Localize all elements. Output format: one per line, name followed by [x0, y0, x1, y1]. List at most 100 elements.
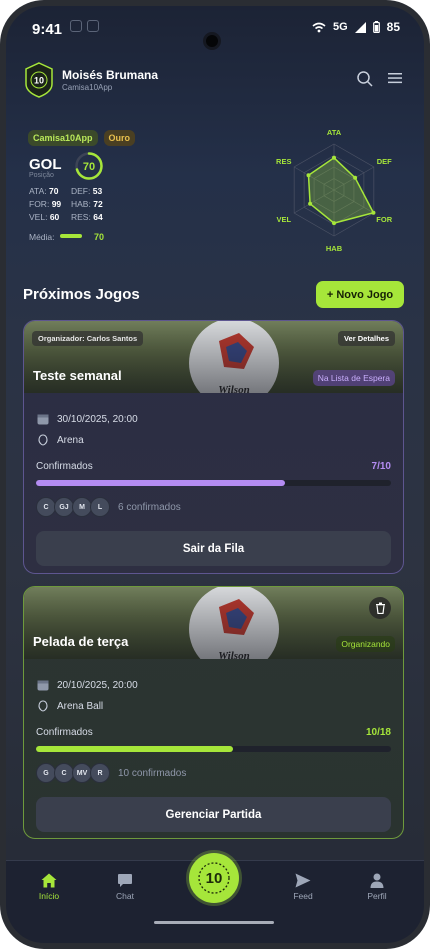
tier-badge: Ouro [103, 130, 136, 146]
attributes-radar-chart: ATA DEF FOR HAB VEL RES [276, 128, 393, 253]
overall-rating-ring: 70 [75, 152, 103, 180]
confirmed-text: 10 confirmados [118, 767, 187, 779]
match-location: Arena [37, 434, 84, 446]
avatar: C [36, 497, 56, 517]
radar-point-for [371, 210, 376, 215]
calendar-icon [37, 680, 49, 691]
radar-point-hab [332, 221, 336, 226]
avatar: G [36, 763, 56, 783]
radar-point-ata [332, 155, 336, 160]
app-name: Camisa10App [62, 83, 113, 92]
stat-res: RES: 64 [71, 212, 103, 222]
overall-rating: 70 [83, 161, 95, 173]
calendar-icon [37, 414, 49, 425]
status-badge: Na Lista de Espera [312, 370, 395, 386]
confirmed-count: 10/18 [365, 727, 391, 738]
notification-icons [70, 20, 99, 32]
confirmed-label: Confirmados [36, 461, 93, 472]
avatar: C [54, 763, 74, 783]
home-icon [41, 873, 57, 888]
status-badge: Organizando [336, 636, 395, 652]
stat-def: DEF: 53 [71, 186, 103, 196]
radar-point-vel [308, 201, 313, 206]
delete-match-button[interactable] [369, 597, 391, 619]
nav-item-profile[interactable]: Perfil [352, 873, 402, 901]
organizer-label: Organizador: Carlos Santos [32, 331, 144, 346]
nav-item-feed[interactable]: Feed [278, 873, 328, 901]
system-icons: 5G 85 [312, 20, 400, 34]
stat-ata: ATA: 70 [29, 186, 59, 196]
average-label: Média: [29, 232, 55, 242]
avatar: R [90, 763, 110, 783]
battery-icon [372, 21, 380, 33]
front-camera [203, 32, 221, 50]
wifi-icon [312, 22, 326, 32]
nav-center-button[interactable]: 10 [189, 853, 239, 903]
phone-frame: 9:41 5G 85 10 Moisés Brumana Camisa10App… [0, 0, 430, 949]
confirmed-label: Confirmados [36, 727, 93, 738]
app-badge: Camisa10App [28, 130, 98, 146]
menu-icon[interactable] [388, 72, 402, 84]
trash-icon [375, 602, 385, 614]
match-card[interactable]: Wilson Organizador: Carlos Santos Ver De… [23, 320, 404, 574]
confirmed-progress-bar [36, 746, 391, 752]
position-label: Posição [29, 172, 54, 179]
match-card[interactable]: Wilson Pelada de terça Organizando 20/10… [23, 586, 404, 839]
radar-label-vel: VEL [276, 215, 291, 224]
radar-label-def: DEF [377, 157, 392, 166]
user-name: Moisés Brumana [62, 68, 159, 82]
screen: 9:41 5G 85 10 Moisés Brumana Camisa10App… [6, 6, 424, 943]
person-icon [370, 873, 384, 888]
leave-queue-button[interactable]: Sair da Fila [36, 531, 391, 566]
confirmed-text: 6 confirmados [118, 501, 181, 513]
app-logo: 10 [25, 62, 53, 98]
avatar: M [72, 497, 92, 517]
match-location: Arena Ball [37, 700, 103, 712]
notification-icon [70, 20, 82, 32]
radar-point-def [353, 175, 358, 180]
stat-for: FOR: 99 [29, 199, 62, 209]
status-bar: 9:41 5G 85 [6, 6, 424, 50]
radar-label-for: FOR [376, 215, 392, 224]
progress-fill [36, 480, 285, 486]
nav-item-home[interactable]: Início [24, 873, 74, 901]
radar-label-res: RES [276, 157, 291, 166]
avatar: L [90, 497, 110, 517]
player-position: GOL [29, 156, 62, 173]
participant-avatars: C GJ M L 6 confirmados [36, 497, 181, 517]
avatar: GJ [54, 497, 74, 517]
average-value: 70 [94, 232, 105, 242]
app-badge-icon: 10 [198, 862, 230, 894]
svg-text:10: 10 [206, 870, 223, 887]
search-icon[interactable] [356, 70, 374, 88]
participant-avatars: G C MV R 10 confirmados [36, 763, 186, 783]
nav-item-chat[interactable]: Chat [100, 873, 150, 901]
avatar: MV [72, 763, 92, 783]
notification-icon [87, 20, 99, 32]
status-time: 9:41 [32, 21, 63, 38]
match-title: Teste semanal [33, 368, 122, 383]
stat-hab: HAB: 72 [71, 199, 103, 209]
chat-icon [118, 874, 132, 887]
profile-badges: Camisa10App Ouro [28, 130, 136, 146]
location-pin-icon [38, 700, 48, 712]
radar-point-res [306, 173, 311, 178]
bottom-navigation: Início Chat 10 Feed Perfil [6, 853, 424, 943]
match-datetime: 20/10/2025, 20:00 [37, 679, 138, 691]
network-type: 5G [332, 21, 348, 33]
match-datetime: 30/10/2025, 20:00 [37, 413, 138, 425]
location-pin-icon [38, 434, 48, 446]
send-icon [295, 873, 311, 888]
confirmed-progress-bar [36, 480, 391, 486]
confirmed-count: 7/10 [371, 461, 391, 472]
match-title: Pelada de terça [33, 634, 129, 649]
signal-icon [354, 21, 366, 33]
manage-match-button[interactable]: Gerenciar Partida [36, 797, 391, 832]
progress-fill [36, 746, 234, 752]
new-game-button[interactable]: + Novo Jogo [316, 281, 404, 308]
radar-label-hab: HAB [326, 244, 343, 253]
radar-label-ata: ATA [327, 128, 342, 137]
view-details-button[interactable]: Ver Detalhes [337, 331, 395, 346]
app-header: 10 Moisés Brumana Camisa10App [6, 58, 424, 104]
battery-level: 85 [386, 20, 400, 34]
